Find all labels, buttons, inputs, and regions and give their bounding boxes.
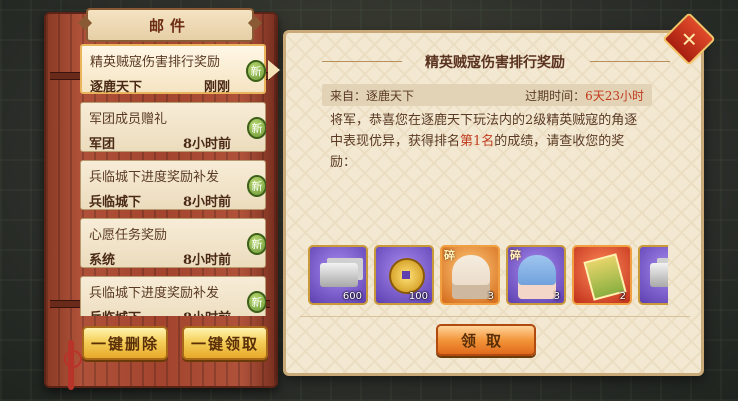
mail-title: 心愿任务奖励 [89,228,168,243]
delete-all-button[interactable]: 一键删除 [82,326,168,360]
title-divider [590,61,670,62]
selection-arrow-icon [268,60,280,80]
new-badge: 新 [246,60,266,82]
mail-item-selected[interactable]: 精英贼寇伤害排行奖励 逐鹿天下 刚刚 新 [80,44,266,95]
panel-title: 邮件 [86,8,254,42]
reward-item[interactable] [638,245,668,305]
mail-title: 兵临城下进度奖励补发 [89,286,220,301]
reward-divider [300,316,690,317]
reward-count: 600 [342,291,362,302]
mail-time: 刚刚 [203,80,230,95]
claim-all-button[interactable]: 一键领取 [182,326,268,360]
reward-item[interactable]: 碎 3 [506,245,566,305]
reward-item[interactable]: 600 [308,245,368,305]
mail-item[interactable]: 兵临城下进度奖励补发 兵临城下 8小时前 新 [80,160,266,210]
mail-time: 8小时前 [182,195,231,210]
reward-item[interactable]: 100 [374,245,434,305]
reward-list[interactable]: 600 100 碎 3 碎 3 2 [308,245,668,305]
mail-sender: 兵临城下 [89,307,141,316]
claim-button[interactable]: 领取 [436,324,536,356]
reward-count: 3 [487,291,494,302]
silver-ingot-icon [320,263,358,287]
mail-list[interactable]: 精英贼寇伤害排行奖励 逐鹿天下 刚刚 新 军团成员赠礼 军团 8小时前 新 兵临城下… [80,44,266,316]
mail-sender: 军团 [89,137,116,152]
hero-portrait-icon [452,255,490,299]
new-badge: 新 [247,175,266,197]
mail-sender: 兵临城下 [89,195,142,210]
mail-item[interactable]: 军团成员赠礼 军团 8小时前 新 [80,102,266,152]
expire-label: 过期时间： [525,88,586,103]
reward-item[interactable]: 2 [572,245,632,305]
rank-highlight: 第1名 [460,134,495,149]
expire-value: 6天23小时 [585,88,644,103]
close-icon: ✕ [680,26,698,51]
silver-ingot-icon [650,263,668,287]
reward-item[interactable]: 碎 3 [440,245,500,305]
fragment-label: 碎 [444,249,455,262]
new-badge: 新 [247,117,266,139]
mail-sender: 系统 [89,253,116,268]
mail-title: 精英贼寇伤害排行奖励 [90,55,221,70]
mail-detail-title: 精英贼寇伤害排行奖励 [425,55,565,71]
mail-sender: 逐鹿天下 [90,80,143,95]
mail-time: 8小时前 [183,307,231,316]
mail-body: 将军，恭喜您在逐鹿天下玩法内的2级精英贼寇的角逐中表现优异，获得排名第1名的成绩… [330,110,650,173]
new-badge: 新 [247,233,266,255]
mail-item[interactable]: 兵临城下进度奖励补发 兵临城下 8小时前 新 [80,276,266,316]
reward-count: 3 [553,291,560,302]
mail-title: 军团成员赠礼 [89,112,168,127]
reward-count: 100 [408,291,428,302]
mail-title: 兵临城下进度奖励补发 [89,170,220,185]
new-badge: 新 [247,291,266,313]
from-label: 来自： [330,88,367,103]
gold-coin-icon [389,258,425,294]
mail-time: 8小时前 [182,253,231,268]
from-value: 逐鹿天下 [366,88,415,103]
reward-count: 2 [619,291,626,302]
hero-portrait-icon [518,255,556,299]
mail-time: 8小时前 [182,137,231,152]
tassel-decoration [64,340,82,390]
mail-item[interactable]: 心愿任务奖励 系统 8小时前 新 [80,218,266,268]
mail-info-bar: 来自：逐鹿天下 过期时间：6天23小时 [322,84,652,106]
fragment-label: 碎 [510,249,521,262]
